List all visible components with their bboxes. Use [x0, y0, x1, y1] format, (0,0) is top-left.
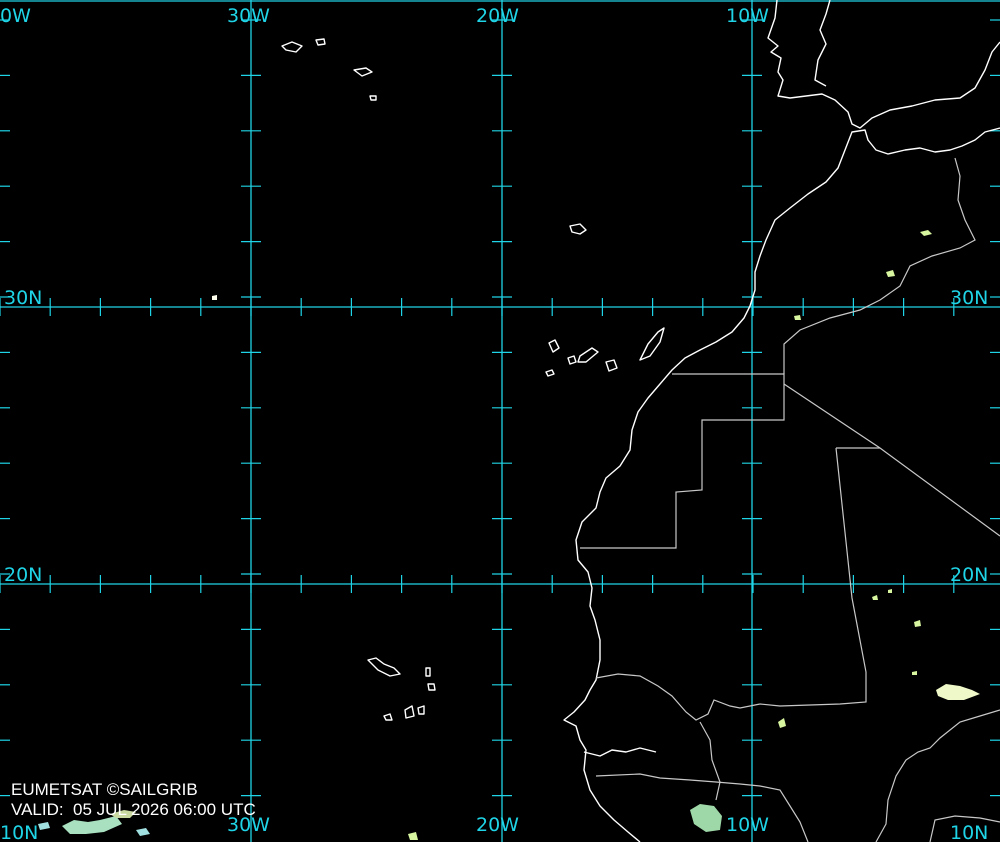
coast-gambia: [583, 747, 657, 757]
cloud-patch: [38, 822, 50, 830]
coast-canary-5: [639, 327, 665, 361]
cloud-patch: [888, 589, 892, 593]
coast-capeverde-1: [367, 657, 401, 677]
cloud-patches: [38, 230, 980, 840]
coast-azores-2: [315, 38, 326, 46]
coast-canary-3: [577, 347, 599, 363]
lon-label-40w: 0W: [0, 5, 31, 27]
coast-capeverde-2: [425, 667, 431, 677]
cloud-patch: [408, 832, 418, 840]
cloud-patch: [778, 718, 786, 728]
lat-label-20n-right: 20N: [950, 564, 989, 586]
cloud-patch: [914, 620, 921, 627]
coast-capeverde-6: [417, 705, 425, 715]
border-algeria-mali: [783, 383, 1000, 537]
border-senegal-mauritania: [595, 673, 761, 721]
satellite-map: 0W 30W 20W 10W 30N 30N 20N 20N 10N 10N 3…: [0, 0, 1000, 842]
cloud-patch: [872, 595, 878, 600]
credit-text: EUMETSAT ©SAILGRIB: [11, 780, 198, 799]
cloud-patch: [886, 270, 895, 277]
cloud-patch: [936, 684, 980, 700]
lon-label-20w-bottom: 20W: [476, 814, 519, 836]
coast-iberia: [767, 0, 1000, 129]
border-western-sahara: [580, 373, 785, 549]
coast-canary-2: [567, 355, 577, 365]
cloud-patch: [212, 295, 217, 300]
lon-label-20w: 20W: [476, 5, 519, 27]
map-canvas: [0, 0, 1000, 842]
coast-azores-1: [281, 41, 303, 53]
border-senegal-mali: [699, 721, 721, 801]
coastlines: [281, 0, 1000, 842]
coast-canary-1: [548, 339, 560, 353]
cloud-patch: [690, 804, 722, 832]
valid-time-text: VALID: 05 JUL 2026 06:00 UTC: [11, 800, 256, 819]
lat-label-30n-right: 30N: [950, 287, 989, 309]
borders: [580, 157, 1000, 842]
coast-capeverde-3: [427, 683, 436, 691]
lat-label-10n-left: 10N: [0, 822, 39, 842]
cloud-patch: [794, 315, 801, 320]
coast-capeverde-5: [404, 705, 415, 719]
coast-africa-west: [563, 127, 1000, 842]
coast-capeverde-4: [383, 713, 393, 721]
lon-label-10w-bottom: 10W: [726, 814, 769, 836]
lat-label-20n-left: 20N: [4, 564, 43, 586]
coast-canary-4: [605, 359, 618, 372]
lon-label-30w: 30W: [227, 5, 270, 27]
border-mali-west: [759, 447, 867, 707]
coast-azores-4: [369, 95, 377, 101]
lat-label-30n-left: 30N: [4, 287, 43, 309]
cloud-patch: [920, 230, 932, 236]
coast-madeira: [569, 223, 587, 235]
lon-label-10w: 10W: [726, 5, 769, 27]
graticule: [0, 0, 1000, 842]
coast-canary-6: [545, 369, 555, 377]
lat-label-10n-right: 10N: [950, 822, 989, 842]
coast-iberia-north: [814, 0, 831, 87]
cloud-patch: [136, 828, 150, 836]
coast-azores-3: [353, 67, 373, 77]
cloud-patch: [912, 671, 917, 675]
